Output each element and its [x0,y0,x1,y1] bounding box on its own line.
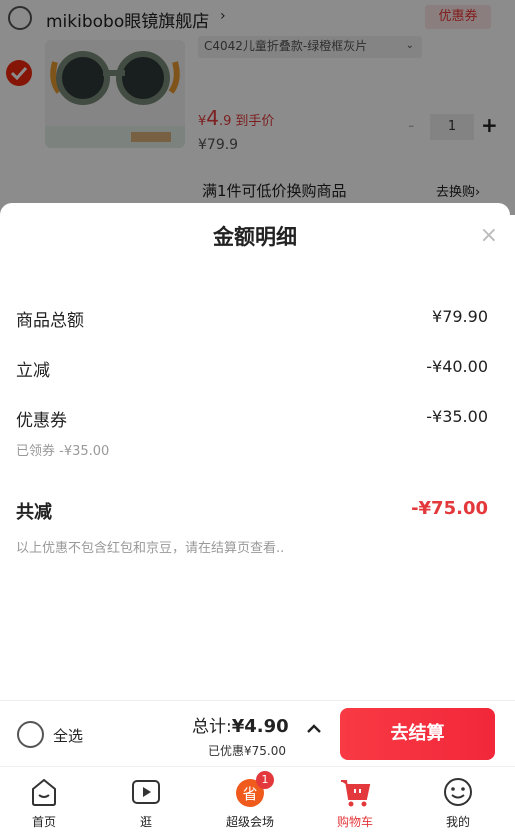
checkout-button[interactable]: 去结算 [340,708,495,760]
close-icon[interactable]: × [480,223,498,248]
notification-badge: 1 [256,771,274,789]
subtotal-label: 商品总额 [16,311,84,331]
cart-icon [341,780,371,807]
coupon-value: -¥35.00 [426,407,488,426]
amount-detail-sheet: 金额明细 × 商品总额 ¥79.90 立减 -¥40.00 优惠券 -¥35.0… [0,203,510,703]
tab-cart-label: 购物车 [336,815,373,829]
select-all-radio[interactable] [17,721,44,748]
tab-profile[interactable]: 我的 [418,775,498,830]
discount-value: -¥40.00 [426,357,488,376]
discount-label: 立减 [16,361,50,381]
tab-super-venue-label: 超级会场 [225,815,274,829]
profile-icon [444,778,472,806]
tab-browse[interactable]: 逛 [106,775,186,830]
total-sum: 总计:¥4.90 [192,712,289,737]
bottom-tab-bar: 首页 逛 省 1 超级会场 购物车 我的 [0,766,515,833]
home-icon [32,778,56,806]
sum-label: 总计: [192,717,232,737]
checkout-bar: 全选 总计:¥4.90 已优惠¥75.00 去结算 [0,700,515,766]
select-all-label[interactable]: 全选 [53,725,83,746]
sheet-title: 金额明细 [213,225,297,249]
tab-home[interactable]: 首页 [4,775,84,830]
video-icon [132,780,160,804]
discount-note: 以上优惠不包含红包和京豆，请在结算页查看.. [16,541,285,556]
coupon-label: 优惠券 [16,411,67,431]
discount-summary: 已优惠¥75.00 [208,744,286,758]
tab-home-label: 首页 [31,815,56,829]
chevron-up-icon[interactable] [306,723,322,735]
tab-profile-label: 我的 [445,815,470,829]
total-discount-label: 共减 [16,502,52,523]
sum-value: ¥4.90 [231,716,289,737]
dim-overlay[interactable] [0,0,515,215]
tab-super-venue[interactable]: 省 1 超级会场 [210,771,290,830]
coupon-sub-label: 已领券 -¥35.00 [16,444,110,459]
svg-text:省: 省 [242,785,257,803]
tab-cart[interactable]: 购物车 [315,775,395,830]
tab-browse-label: 逛 [139,815,152,829]
subtotal-value: ¥79.90 [432,307,488,326]
total-discount-value: -¥75.00 [411,498,488,519]
